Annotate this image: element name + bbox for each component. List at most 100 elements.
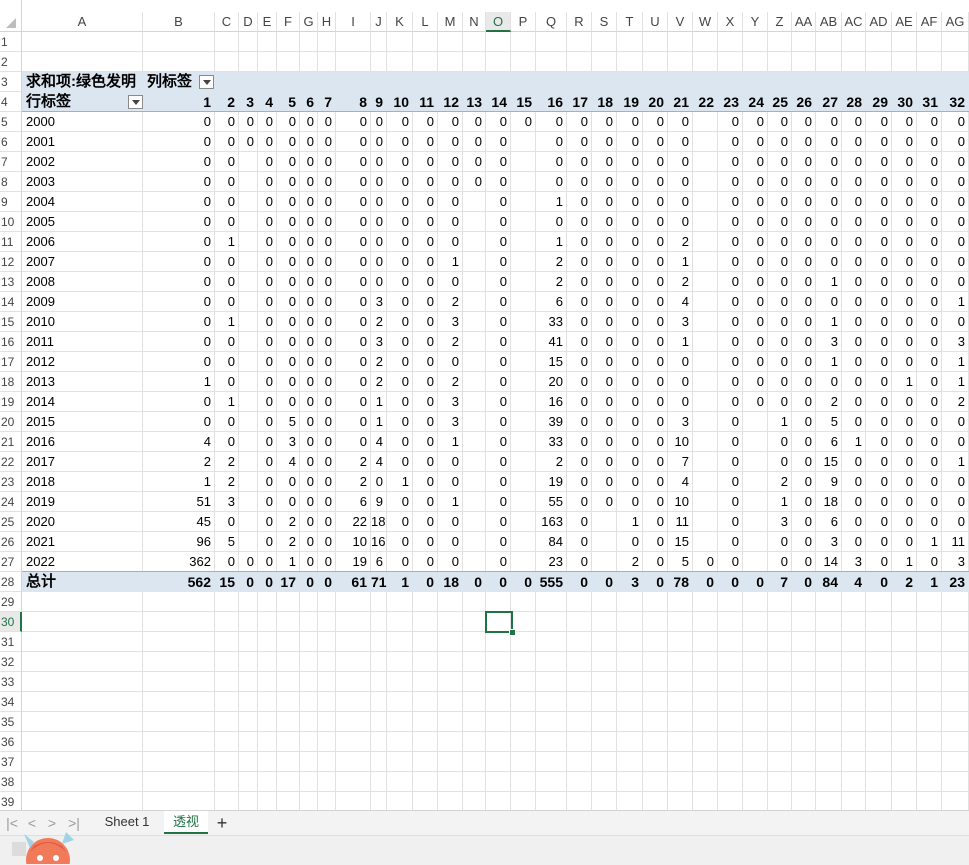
column-header-ab[interactable]: AB — [816, 12, 842, 32]
pivot-value-cell: 0 — [499, 514, 507, 529]
pivot-value-cell: 0 — [605, 434, 613, 449]
pivot-value-field-label[interactable]: 求和项:绿色发明 — [26, 72, 136, 92]
row-header-18[interactable]: 18 — [0, 372, 22, 392]
tab-pivot[interactable]: 透视 — [164, 811, 208, 834]
pivot-value-cell: 0 — [880, 414, 888, 429]
row-header-28[interactable]: 28 — [0, 572, 22, 592]
column-header-n[interactable]: N — [463, 12, 486, 32]
column-header-p[interactable]: P — [511, 12, 536, 32]
column-header-d[interactable]: D — [239, 12, 258, 32]
column-filter-dropdown-icon[interactable] — [199, 75, 214, 89]
row-header-33[interactable]: 33 — [0, 672, 22, 692]
row-header-19[interactable]: 19 — [0, 392, 22, 412]
row-header-16[interactable]: 16 — [0, 332, 22, 352]
pivot-column-labels[interactable]: 列标签 — [147, 72, 192, 92]
column-header-w[interactable]: W — [693, 12, 718, 32]
column-header-x[interactable]: X — [718, 12, 743, 32]
column-header-af[interactable]: AF — [917, 12, 942, 32]
column-header-l[interactable]: L — [413, 12, 438, 32]
pivot-value-cell — [693, 512, 718, 532]
row-header-9[interactable]: 9 — [0, 192, 22, 212]
row-header-21[interactable]: 21 — [0, 432, 22, 452]
row-header-1[interactable]: 1 — [0, 32, 22, 52]
column-header-v[interactable]: V — [668, 12, 693, 32]
pivot-value-cell: 0 — [631, 174, 639, 189]
row-header-13[interactable]: 13 — [0, 272, 22, 292]
row-header-34[interactable]: 34 — [0, 692, 22, 712]
row-header-31[interactable]: 31 — [0, 632, 22, 652]
row-header-11[interactable]: 11 — [0, 232, 22, 252]
column-header-ad[interactable]: AD — [866, 12, 892, 32]
pivot-column-header: 9 — [375, 94, 383, 110]
row-header-20[interactable]: 20 — [0, 412, 22, 432]
column-header-h[interactable]: H — [318, 12, 336, 32]
column-header-j[interactable]: J — [371, 12, 387, 32]
pivot-value-cell: 0 — [227, 174, 235, 189]
column-header-ac[interactable]: AC — [842, 12, 866, 32]
column-header-u[interactable]: U — [643, 12, 668, 32]
row-header-26[interactable]: 26 — [0, 532, 22, 552]
pivot-value-cell: 0 — [401, 314, 409, 329]
fill-handle[interactable] — [509, 629, 516, 636]
column-header-r[interactable]: R — [567, 12, 592, 32]
row-header-7[interactable]: 7 — [0, 152, 22, 172]
select-all-corner[interactable] — [0, 0, 22, 32]
row-header-35[interactable]: 35 — [0, 712, 22, 732]
row-header-17[interactable]: 17 — [0, 352, 22, 372]
row-header-37[interactable]: 37 — [0, 752, 22, 772]
row-header-36[interactable]: 36 — [0, 732, 22, 752]
pivot-value-cell: 0 — [401, 114, 409, 129]
row-header-12[interactable]: 12 — [0, 252, 22, 272]
row-header-27[interactable]: 27 — [0, 552, 22, 572]
row-header-29[interactable]: 29 — [0, 592, 22, 612]
column-header-k[interactable]: K — [387, 12, 413, 32]
column-header-g[interactable]: G — [300, 12, 318, 32]
column-header-y[interactable]: Y — [743, 12, 768, 32]
pivot-value-cell: 0 — [555, 174, 563, 189]
row-header-23[interactable]: 23 — [0, 472, 22, 492]
row-header-25[interactable]: 25 — [0, 512, 22, 532]
row-header-15[interactable]: 15 — [0, 312, 22, 332]
column-header-z[interactable]: Z — [768, 12, 792, 32]
pivot-value-cell: 0 — [451, 194, 459, 209]
column-header-i[interactable]: I — [336, 12, 371, 32]
pivot-value-cell: 0 — [265, 194, 273, 209]
row-header-2[interactable]: 2 — [0, 52, 22, 72]
row-header-24[interactable]: 24 — [0, 492, 22, 512]
row-header-32[interactable]: 32 — [0, 652, 22, 672]
row-header-3[interactable]: 3 — [0, 72, 22, 92]
row-filter-dropdown-icon[interactable] — [128, 95, 143, 109]
row-header-5[interactable]: 5 — [0, 112, 22, 132]
column-header-t[interactable]: T — [617, 12, 643, 32]
column-header-aa[interactable]: AA — [792, 12, 816, 32]
row-header-10[interactable]: 10 — [0, 212, 22, 232]
column-header-a[interactable]: A — [22, 12, 143, 32]
column-header-b[interactable]: B — [143, 12, 215, 32]
row-header-14[interactable]: 14 — [0, 292, 22, 312]
column-header-ag[interactable]: AG — [942, 12, 969, 32]
pivot-value-cell: 0 — [804, 314, 812, 329]
column-header-e[interactable]: E — [258, 12, 277, 32]
pivot-value-cell: 0 — [324, 114, 332, 129]
column-header-ae[interactable]: AE — [892, 12, 917, 32]
pivot-value-cell: 0 — [631, 354, 639, 369]
column-header-c[interactable]: C — [215, 12, 239, 32]
column-header-m[interactable]: M — [438, 12, 463, 32]
column-header-q[interactable]: Q — [536, 12, 567, 32]
pivot-value-cell: 0 — [731, 394, 739, 409]
column-header-f[interactable]: F — [277, 12, 300, 32]
tab-sheet1[interactable]: Sheet 1 — [96, 811, 158, 834]
row-header-30[interactable]: 30 — [0, 612, 22, 632]
pivot-column-header: 8 — [359, 94, 367, 110]
add-sheet-button[interactable]: + — [212, 813, 232, 833]
column-header-s[interactable]: S — [592, 12, 617, 32]
row-header-22[interactable]: 22 — [0, 452, 22, 472]
row-header-38[interactable]: 38 — [0, 772, 22, 792]
row-header-8[interactable]: 8 — [0, 172, 22, 192]
row-header-39[interactable]: 39 — [0, 792, 22, 810]
row-header-6[interactable]: 6 — [0, 132, 22, 152]
row-header-4[interactable]: 4 — [0, 92, 22, 112]
pivot-row-labels[interactable]: 行标签 — [26, 92, 71, 112]
column-header-o[interactable]: O — [486, 12, 511, 32]
spreadsheet-grid[interactable]: 求和项:绿色发明 列标签 行标签 1 2 3 4 5 6 7 8 9 10 11 12 13 14 15 16 17 1… — [0, 0, 969, 810]
